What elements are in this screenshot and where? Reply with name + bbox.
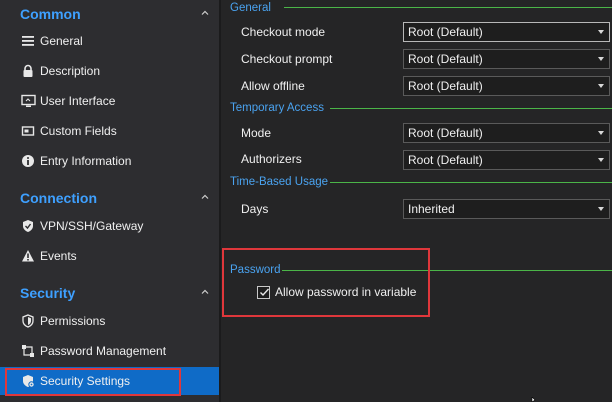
sidebar-item-security-settings[interactable]: Security Settings <box>0 367 219 395</box>
checkout-prompt-label: Checkout prompt <box>241 52 333 66</box>
days-label: Days <box>241 202 269 216</box>
group-separator <box>284 7 612 8</box>
allow-offline-label: Allow offline <box>241 79 305 93</box>
select-value: Root (Default) <box>408 79 483 93</box>
days-select[interactable]: Inherited <box>403 199 610 219</box>
group-separator <box>330 182 612 183</box>
lock-icon <box>20 63 36 79</box>
temporary-access-mode-select[interactable]: Root (Default) <box>403 123 610 143</box>
password-management-icon <box>20 343 36 359</box>
select-value: Root (Default) <box>408 153 483 167</box>
chevron-up-icon <box>201 194 209 199</box>
select-value: Root (Default) <box>408 126 483 140</box>
group-separator <box>330 108 612 109</box>
sidebar-item-label: Description <box>40 64 101 78</box>
sidebar-item-general[interactable]: General <box>0 27 219 55</box>
allow-password-in-variable-checkbox[interactable] <box>257 285 270 299</box>
section-title: Common <box>20 6 81 22</box>
dropdown-arrow-icon <box>598 131 604 135</box>
group-title-temporary-access: Temporary Access <box>230 102 324 114</box>
section-title: Connection <box>20 190 97 206</box>
section-header-connection[interactable]: Connection <box>0 184 219 212</box>
mouse-cursor-icon <box>531 397 536 402</box>
group-title-password: Password <box>230 264 281 276</box>
monitor-icon <box>20 93 36 109</box>
info-icon <box>20 153 36 169</box>
sidebar-item-label: Events <box>40 249 77 263</box>
chevron-up-icon <box>201 289 209 294</box>
sidebar-item-vpn-ssh-gateway[interactable]: VPN/SSH/Gateway <box>0 212 219 240</box>
dropdown-arrow-icon <box>598 57 604 61</box>
section-title: Security <box>20 285 76 301</box>
authorizers-label: Authorizers <box>241 152 302 166</box>
checkmark-icon <box>260 288 270 296</box>
shield-check-icon <box>20 218 36 234</box>
dropdown-arrow-icon <box>598 84 604 88</box>
shield-gear-icon <box>20 373 36 389</box>
sidebar-item-label: Password Management <box>40 344 167 358</box>
select-value: Root (Default) <box>408 52 483 66</box>
checkout-mode-label: Checkout mode <box>241 25 326 39</box>
sidebar-item-label: Security Settings <box>40 374 131 388</box>
dropdown-arrow-icon <box>598 30 604 34</box>
sidebar-item-label: Permissions <box>40 314 106 328</box>
sidebar-item-entry-information[interactable]: Entry Information <box>0 147 219 175</box>
allow-password-in-variable-row[interactable]: Allow password in variable <box>257 284 416 300</box>
sidebar-item-password-management[interactable]: Password Management <box>0 337 219 365</box>
settings-panel: General Checkout mode Root (Default) Che… <box>221 0 612 402</box>
checkout-prompt-select[interactable]: Root (Default) <box>403 49 610 69</box>
checkout-mode-select[interactable]: Root (Default) <box>403 22 610 42</box>
group-title-time-based-usage: Time-Based Usage <box>230 176 329 188</box>
list-icon <box>20 33 36 49</box>
sidebar-item-label: Entry Information <box>40 154 132 168</box>
dropdown-arrow-icon <box>598 207 604 211</box>
authorizers-select[interactable]: Root (Default) <box>403 150 610 170</box>
checkbox-label: Allow password in variable <box>275 285 417 299</box>
allow-offline-select[interactable]: Root (Default) <box>403 76 610 96</box>
select-value: Root (Default) <box>408 25 483 39</box>
sidebar-item-label: General <box>40 34 83 48</box>
mode-label: Mode <box>241 126 272 140</box>
dropdown-arrow-icon <box>598 158 604 162</box>
sidebar-item-label: Custom Fields <box>40 124 117 138</box>
sidebar-item-user-interface[interactable]: User Interface <box>0 87 219 115</box>
sidebar-item-permissions[interactable]: Permissions <box>0 307 219 335</box>
chevron-up-icon <box>201 10 209 15</box>
section-header-common[interactable]: Common <box>0 0 219 28</box>
sidebar-item-label: VPN/SSH/Gateway <box>40 219 144 233</box>
group-title-general: General <box>230 2 271 14</box>
sidebar-item-label: User Interface <box>40 94 116 108</box>
fields-icon <box>20 123 36 139</box>
sidebar-item-events[interactable]: Events <box>0 242 219 270</box>
sidebar-item-description[interactable]: Description <box>0 57 219 85</box>
warning-icon <box>20 248 36 264</box>
sidebar-item-custom-fields[interactable]: Custom Fields <box>0 117 219 145</box>
sidebar: Common General Description User Interfac… <box>0 0 219 402</box>
group-separator <box>282 270 612 271</box>
select-value: Inherited <box>408 202 455 216</box>
shield-icon <box>20 313 36 329</box>
section-header-security[interactable]: Security <box>0 279 219 307</box>
